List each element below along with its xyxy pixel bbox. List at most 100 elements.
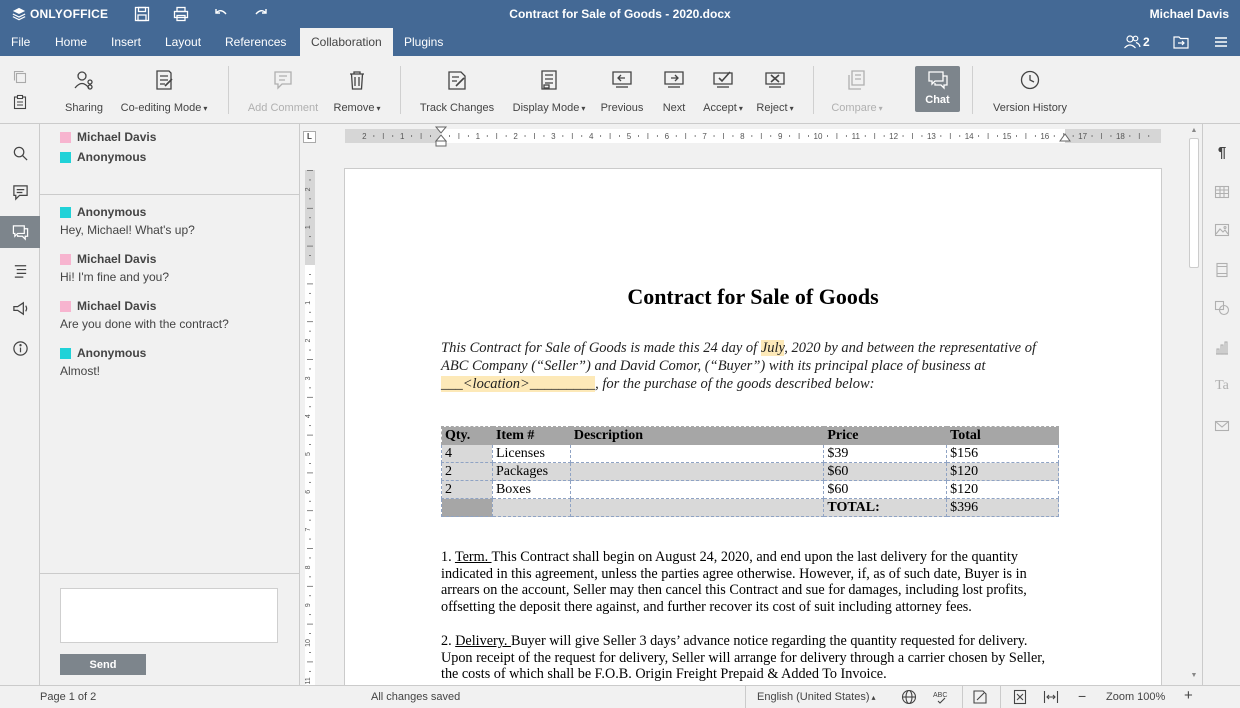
table-cell[interactable]: Boxes: [491, 480, 571, 499]
delivery-heading[interactable]: Delivery.: [455, 633, 511, 649]
fit-width-icon[interactable]: [1043, 689, 1059, 705]
location-placeholder[interactable]: ___<location>_________: [441, 376, 596, 392]
paragraph-settings-button[interactable]: ¶: [1203, 138, 1240, 166]
table-cell[interactable]: $120: [946, 480, 1059, 499]
display-mode-label: Display Mode ▾: [512, 102, 586, 114]
table-header-cell[interactable]: Item #: [491, 426, 571, 445]
table-header-cell[interactable]: Total: [946, 426, 1059, 445]
table-cell[interactable]: [441, 498, 493, 517]
total-label-cell[interactable]: TOTAL:: [823, 498, 948, 517]
table-cell[interactable]: [491, 498, 571, 517]
table-cell[interactable]: [569, 480, 825, 499]
language-selector[interactable]: English (United States) ▴: [757, 691, 876, 703]
header-footer-settings-button[interactable]: [1203, 256, 1240, 284]
tab-home[interactable]: Home: [44, 28, 98, 56]
term-paragraph[interactable]: 1. Term. This Contract shall begin on Au…: [441, 549, 1061, 615]
tab-references[interactable]: References: [214, 28, 297, 56]
indent-marker-icon[interactable]: [433, 125, 449, 149]
table-cell[interactable]: Packages: [491, 462, 571, 481]
navigation-button[interactable]: [0, 254, 40, 286]
track-changes-status-icon[interactable]: [972, 689, 988, 705]
coediting-mode-button[interactable]: Co-editing Mode ▾: [116, 56, 212, 124]
about-button[interactable]: [0, 332, 40, 364]
table-settings-button[interactable]: [1203, 178, 1240, 206]
table-header-cell[interactable]: Description: [569, 426, 825, 445]
next-change-button[interactable]: Next: [656, 56, 692, 124]
print-icon[interactable]: [172, 5, 190, 23]
track-changes-button[interactable]: Track Changes: [416, 56, 498, 124]
chat-message-input[interactable]: [60, 588, 278, 643]
tab-layout[interactable]: Layout: [154, 28, 212, 56]
zoom-in-button[interactable]: +: [1184, 687, 1193, 704]
highlighted-month[interactable]: July: [760, 340, 785, 356]
goods-table[interactable]: Qty. Item # Description Price Total 4 Li…: [441, 426, 1059, 517]
zoom-out-button[interactable]: −: [1078, 688, 1086, 704]
image-settings-button[interactable]: [1203, 216, 1240, 244]
document-page[interactable]: Contract for Sale of Goods This Contract…: [344, 168, 1162, 685]
open-location-button[interactable]: [1172, 33, 1190, 51]
table-cell[interactable]: 4: [441, 444, 493, 463]
compare-button[interactable]: Compare ▾: [826, 56, 888, 124]
fit-page-icon[interactable]: [1012, 689, 1028, 705]
reject-button[interactable]: Reject ▾: [752, 56, 798, 124]
version-history-button[interactable]: Version History: [988, 56, 1072, 124]
tab-stop-selector[interactable]: L: [303, 131, 316, 143]
table-cell[interactable]: [569, 498, 825, 517]
scroll-down-icon[interactable]: ▼: [1189, 671, 1199, 681]
scroll-up-icon[interactable]: ▲: [1189, 126, 1199, 136]
chart-settings-button[interactable]: [1203, 334, 1240, 362]
table-cell[interactable]: 2: [441, 480, 493, 499]
undo-icon[interactable]: [212, 5, 230, 23]
tab-file[interactable]: File: [0, 28, 41, 56]
redo-icon[interactable]: [252, 5, 270, 23]
chat-panel-button[interactable]: [0, 216, 40, 248]
more-menu-button[interactable]: [1212, 33, 1230, 51]
table-cell[interactable]: Licenses: [491, 444, 571, 463]
intro-paragraph[interactable]: This Contract for Sale of Goods is made …: [441, 339, 1061, 393]
send-button[interactable]: Send: [60, 654, 146, 675]
document-heading[interactable]: Contract for Sale of Goods: [345, 284, 1161, 310]
scroll-thumb[interactable]: [1189, 138, 1199, 268]
add-comment-button[interactable]: Add Comment: [244, 56, 322, 124]
globe-icon[interactable]: [901, 689, 917, 705]
table-cell[interactable]: $39: [823, 444, 948, 463]
table-header-cell[interactable]: Price: [823, 426, 948, 445]
table-cell[interactable]: [569, 444, 825, 463]
total-value-cell[interactable]: $396: [946, 498, 1059, 517]
table-cell[interactable]: 2: [441, 462, 493, 481]
display-mode-button[interactable]: Display Mode ▾: [508, 56, 590, 124]
zoom-level[interactable]: Zoom 100%: [1106, 691, 1165, 703]
mail-merge-button[interactable]: [1203, 412, 1240, 440]
users-button[interactable]: 2: [1123, 33, 1150, 51]
tab-collaboration[interactable]: Collaboration: [300, 28, 393, 56]
shape-settings-button[interactable]: [1203, 294, 1240, 322]
table-cell[interactable]: $156: [946, 444, 1059, 463]
text-art-settings-button[interactable]: Ta: [1203, 372, 1240, 400]
page-indicator[interactable]: Page 1 of 2: [40, 691, 96, 703]
document-canvas[interactable]: Contract for Sale of Goods This Contract…: [316, 150, 1186, 685]
previous-change-button[interactable]: Previous: [598, 56, 646, 124]
table-cell[interactable]: $60: [823, 480, 948, 499]
copy-icon[interactable]: [12, 69, 30, 87]
table-cell[interactable]: $60: [823, 462, 948, 481]
remove-button[interactable]: Remove ▾: [330, 56, 384, 124]
chat-button[interactable]: Chat: [915, 66, 960, 112]
spellcheck-icon[interactable]: ABC: [933, 689, 949, 705]
term-heading[interactable]: Term.: [455, 549, 492, 565]
current-user-name[interactable]: Michael Davis: [1150, 7, 1229, 21]
search-button[interactable]: [0, 137, 40, 169]
accept-button[interactable]: Accept ▾: [700, 56, 746, 124]
paste-icon[interactable]: [12, 94, 30, 112]
right-indent-marker-icon[interactable]: [1058, 131, 1072, 143]
feedback-button[interactable]: [0, 292, 40, 324]
vertical-scrollbar[interactable]: ▲ ▼: [1187, 124, 1201, 685]
comments-button[interactable]: [0, 176, 40, 208]
table-header-cell[interactable]: Qty.: [441, 426, 493, 445]
tab-plugins[interactable]: Plugins: [393, 28, 454, 56]
delivery-paragraph[interactable]: 2. Delivery. Buyer will give Seller 3 da…: [441, 633, 1061, 683]
table-cell[interactable]: $120: [946, 462, 1059, 481]
save-icon[interactable]: [133, 5, 151, 23]
sharing-button[interactable]: Sharing: [60, 56, 108, 124]
tab-insert[interactable]: Insert: [100, 28, 152, 56]
table-cell[interactable]: [569, 462, 825, 481]
